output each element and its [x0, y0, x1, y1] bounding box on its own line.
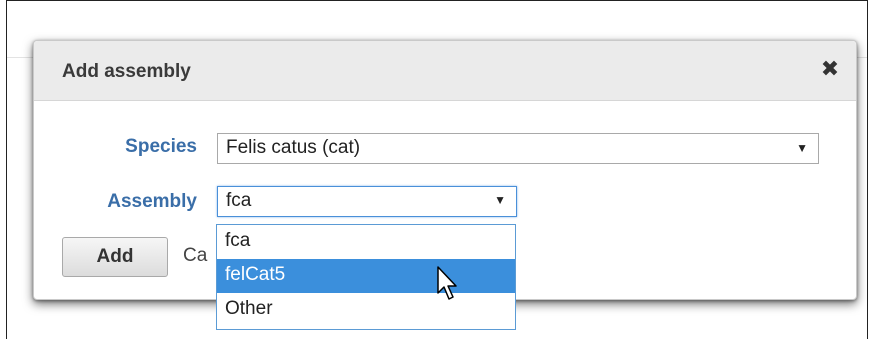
assembly-label: Assembly	[107, 191, 197, 212]
dropdown-option[interactable]: fca	[217, 225, 515, 259]
assembly-dropdown-list: fca felCat5 Other	[216, 224, 516, 330]
dialog-header: Add assembly ✖	[34, 41, 856, 101]
dropdown-arrow-icon: ▼	[796, 141, 808, 155]
close-icon[interactable]: ✖	[818, 55, 842, 83]
assembly-select-value: fca	[226, 190, 252, 211]
assembly-select[interactable]: fca ▼	[217, 186, 517, 217]
species-select-value: Felis catus (cat)	[226, 137, 361, 158]
dropdown-option[interactable]: Other	[217, 293, 515, 327]
dropdown-arrow-icon: ▼	[494, 193, 506, 207]
species-select[interactable]: Felis catus (cat) ▼	[217, 133, 819, 164]
dialog-title: Add assembly	[62, 61, 191, 82]
mouse-pointer-icon	[437, 266, 457, 300]
add-button[interactable]: Add	[62, 237, 168, 277]
cancel-link[interactable]: Ca	[183, 245, 207, 267]
dropdown-option-highlighted[interactable]: felCat5	[217, 259, 515, 293]
species-label: Species	[125, 136, 197, 157]
